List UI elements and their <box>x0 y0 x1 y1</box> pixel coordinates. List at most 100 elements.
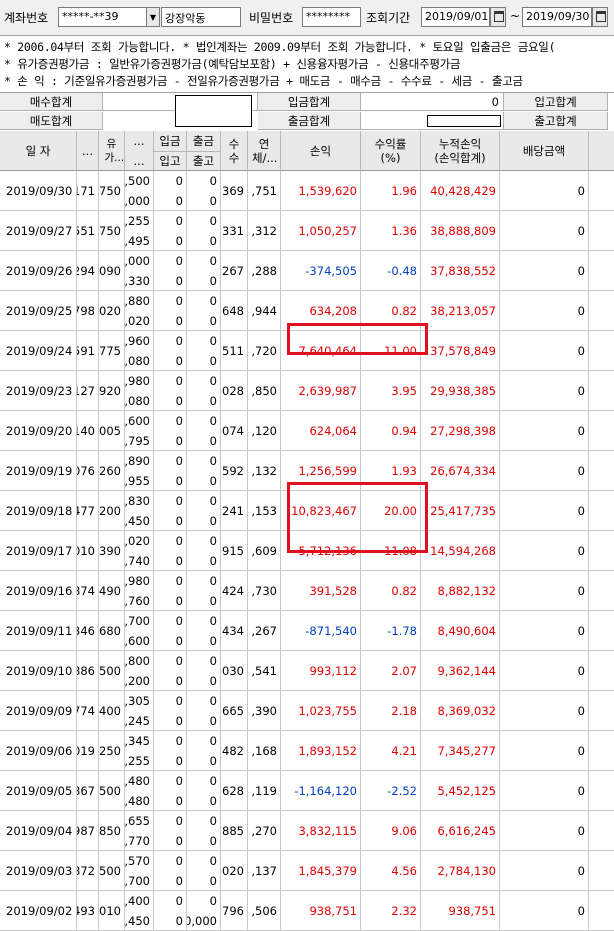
cell-wd_b: 0 <box>209 714 217 728</box>
cell-c3: 020 <box>99 291 125 331</box>
table-row[interactable]: 2019/09/05867500,480,4800000628,119-1,16… <box>0 771 614 811</box>
table-row[interactable]: 2019/09/06019250,345,2550000482,1681,893… <box>0 731 614 771</box>
cell-c2: 294 <box>77 251 99 291</box>
cell-c4a: ,020 <box>125 534 150 548</box>
cell-c3: 200 <box>99 491 125 531</box>
cell-cum: 6,616,245 <box>421 811 500 851</box>
cell-pnl: 3,832,115 <box>281 811 361 851</box>
date-to-field[interactable]: 2019/09/30 <box>522 7 592 27</box>
cell-wd_a: 0 <box>209 334 217 348</box>
cell-div: 0 <box>500 411 589 451</box>
cell-c2: 493 <box>77 891 99 931</box>
cell-dep_a: 0 <box>175 254 183 268</box>
cell-empty <box>589 691 614 731</box>
table-row[interactable]: 2019/09/03872500,570,7000000020,1371,845… <box>0 851 614 891</box>
table-row[interactable]: 2019/09/11346680,700,6000000434,267-871,… <box>0 611 614 651</box>
cell-c4: ,960 ,080 <box>125 331 154 371</box>
cell-empty <box>589 851 614 891</box>
cell-date: 2019/09/05 <box>0 771 77 811</box>
cell-dep_a: 0 <box>175 454 183 468</box>
col-header-c7[interactable]: 수수 <box>221 131 248 171</box>
cell-div: 0 <box>500 891 589 931</box>
col-header-dividend[interactable]: 배당금액 <box>500 131 589 171</box>
cell-c3: 090 <box>99 251 125 291</box>
cell-date: 2019/09/30 <box>0 171 77 211</box>
cell-empty <box>589 251 614 291</box>
password-field[interactable]: ******** <box>302 7 361 27</box>
table-row[interactable]: 2019/09/09774400,305,2450000665,3901,023… <box>0 691 614 731</box>
cell-c2: 140 <box>77 411 99 451</box>
cell-empty <box>589 331 614 371</box>
cell-c7: 511 <box>221 331 248 371</box>
col-header-deposit-top: 입금 <box>154 131 186 152</box>
table-row[interactable]: 2019/09/10886500,800,2000000030,541993,1… <box>0 651 614 691</box>
col-header-rate[interactable]: 수익률 (%) <box>361 131 421 171</box>
cell-c2: 591 <box>77 331 99 371</box>
account-dropdown-icon[interactable]: ▼ <box>146 7 160 27</box>
cell-wd_b: 0 <box>209 394 217 408</box>
col-header-withdraw-bottom: 출고 <box>192 154 215 168</box>
account-number-field[interactable]: *****-**39 <box>58 7 147 27</box>
cell-cum: 2,784,130 <box>421 851 500 891</box>
col-header-date[interactable]: 일 자 <box>0 131 77 171</box>
col-header-pnl[interactable]: 손익 <box>281 131 361 171</box>
cell-dep_b: 0 <box>175 474 183 488</box>
table-row[interactable]: 2019/09/26294090,000,3300000267,288-374,… <box>0 251 614 291</box>
cell-dep_b: 0 <box>175 194 183 208</box>
cell-c2: 551 <box>77 211 99 251</box>
cell-dep: 00 <box>154 451 187 491</box>
col-header-c4[interactable]: ... ... <box>125 131 154 171</box>
cell-wd: 00 <box>187 171 221 211</box>
cell-cum: 38,888,809 <box>421 211 500 251</box>
cell-date: 2019/09/03 <box>0 851 77 891</box>
col-header-deposit[interactable]: 입금 입고 <box>154 131 187 171</box>
cell-wd_b: 0 <box>209 754 217 768</box>
cell-c7: 434 <box>221 611 248 651</box>
cell-wd_b: 0 <box>209 554 217 568</box>
table-row[interactable]: 2019/09/27551750,255,4950000331,3121,050… <box>0 211 614 251</box>
account-name-field: 강장악동 <box>161 7 241 27</box>
table-row[interactable]: 2019/09/23127920,980,0800000028,8502,639… <box>0 371 614 411</box>
col-header-c3[interactable]: 유가... <box>99 131 125 171</box>
cell-c4: ,345 ,255 <box>125 731 154 771</box>
cell-c7: 796 <box>221 891 248 931</box>
cell-rate: 4.56 <box>361 851 421 891</box>
col-header-c4-bottom: ... <box>133 154 145 168</box>
table-row[interactable]: 2019/09/16874490,980,7600000424,730391,5… <box>0 571 614 611</box>
cell-c8: ,267 <box>248 611 281 651</box>
cell-rate: 2.18 <box>361 691 421 731</box>
cell-wd_b: 0 <box>209 314 217 328</box>
cell-c7: 424 <box>221 571 248 611</box>
cell-c4b: ,450 <box>125 914 150 928</box>
cell-c4b: ,245 <box>125 714 150 728</box>
cell-div: 0 <box>500 211 589 251</box>
cell-empty <box>589 451 614 491</box>
cell-c8: ,390 <box>248 691 281 731</box>
table-row[interactable]: 2019/09/20140005,600,7950000074,120624,0… <box>0 411 614 451</box>
cell-empty <box>589 771 614 811</box>
date-to-calendar-icon[interactable] <box>592 7 608 27</box>
cell-c4: ,980 ,760 <box>125 571 154 611</box>
cell-dep_b: 0 <box>175 434 183 448</box>
cell-cum: 40,428,429 <box>421 171 500 211</box>
cell-dep_b: 0 <box>175 754 183 768</box>
cell-c2: 874 <box>77 571 99 611</box>
table-row[interactable]: 2019/09/30171750,500,0000000369,7511,539… <box>0 171 614 211</box>
notice-line-3: * 손 익 : 기준일유가증권평가금 - 전일유가증권평가금 + 매도금 - 매… <box>4 74 523 88</box>
cell-c3: 250 <box>99 731 125 771</box>
cell-c8: ,850 <box>248 371 281 411</box>
cell-pnl: 391,528 <box>281 571 361 611</box>
col-header-c2[interactable]: ... <box>77 131 99 171</box>
col-header-c8[interactable]: 연체/... <box>248 131 281 171</box>
col-header-withdraw[interactable]: 출금 출고 <box>187 131 221 171</box>
table-row[interactable]: 2019/09/04987850,655,7700000885,2703,832… <box>0 811 614 851</box>
date-from-calendar-icon[interactable] <box>490 7 506 27</box>
table-row[interactable]: 2019/09/02493010,400,4500000,000796,5069… <box>0 891 614 931</box>
date-from-field[interactable]: 2019/09/01 <box>421 7 490 27</box>
cell-c2: 076 <box>77 451 99 491</box>
cell-wd: 00 <box>187 331 221 371</box>
col-header-cum[interactable]: 누적손익 (손익합계) <box>421 131 500 171</box>
cell-dep_a: 0 <box>175 334 183 348</box>
cell-wd: 00 <box>187 251 221 291</box>
cell-wd_a: 0 <box>209 894 217 908</box>
